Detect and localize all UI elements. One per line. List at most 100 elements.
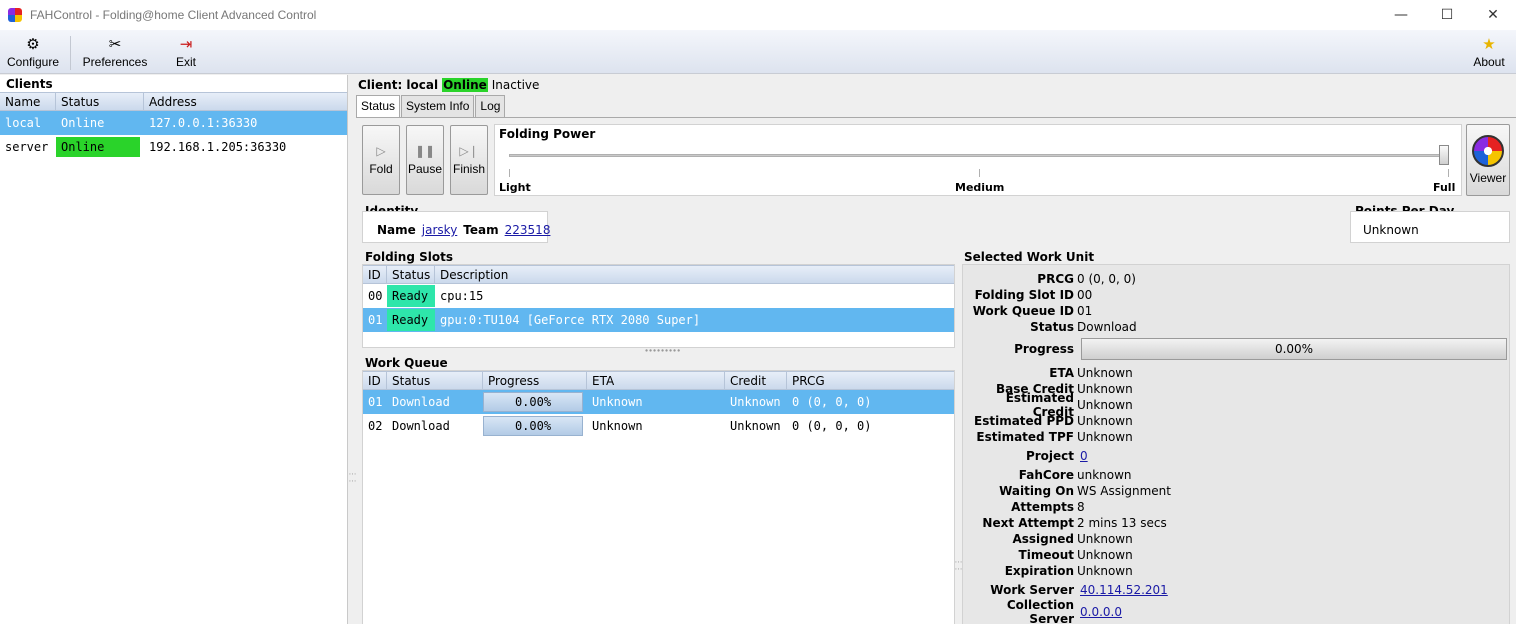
- status-tab-body: ▷ Fold ❚❚ Pause ▷❘ Finish Folding Power …: [356, 117, 1516, 624]
- col-status[interactable]: Status: [387, 266, 435, 283]
- col-status[interactable]: Status: [387, 372, 483, 389]
- col-progress[interactable]: Progress: [483, 372, 587, 389]
- folding-slots-title: Folding Slots: [365, 250, 453, 264]
- col-description[interactable]: Description: [435, 266, 954, 283]
- tab-status[interactable]: Status: [356, 95, 401, 117]
- viewer-logo-icon: [1472, 135, 1504, 167]
- identity-team-label: Team: [463, 223, 499, 237]
- client-name: local: [5, 116, 42, 130]
- viewer-label: Viewer: [1469, 171, 1507, 185]
- swu-collection-server-link[interactable]: 0.0.0.0: [1080, 605, 1122, 619]
- slot-row[interactable]: 01 Ready gpu:0:TU104 [GeForce RTX 2080 S…: [363, 308, 954, 332]
- horizontal-splitter-handle[interactable]: ∙∙∙∙∙∙∙∙∙: [644, 346, 681, 355]
- swu-label: Collection Server: [1006, 598, 1074, 624]
- vertical-splitter-handle-2[interactable]: ⋮⋮: [954, 558, 963, 572]
- folding-at-home-logo-icon: [8, 8, 22, 22]
- swu-expiration-row: Expiration Unknown: [963, 563, 1511, 579]
- swu-attempts-row: Attempts 8: [963, 499, 1511, 515]
- client-row-local[interactable]: local Online 127.0.0.1:36330: [0, 111, 347, 135]
- pause-label: Pause: [407, 162, 443, 176]
- col-credit[interactable]: Credit: [725, 372, 787, 389]
- fold-button[interactable]: ▷ Fold: [362, 125, 400, 195]
- swu-progress-bar: 0.00%: [1081, 338, 1507, 360]
- client-header-state: Inactive: [491, 78, 540, 92]
- swu-work-server-link[interactable]: 40.114.52.201: [1080, 583, 1168, 597]
- col-address[interactable]: Address: [144, 93, 347, 110]
- swu-value: Unknown: [1077, 430, 1133, 444]
- work-queue-row[interactable]: 01 Download 0.00% Unknown Unknown 0 (0, …: [363, 390, 954, 414]
- swu-value: 01: [1077, 304, 1093, 318]
- folding-slots-table: ID Status Description 00 Ready cpu:15 01…: [362, 264, 955, 348]
- slot-id: 01: [368, 313, 383, 327]
- toolbar: ⚙ Configure ✂ Preferences ⇥ Exit ★ About: [0, 30, 1516, 74]
- col-prcg[interactable]: PRCG: [787, 372, 954, 389]
- col-eta[interactable]: ETA: [587, 372, 725, 389]
- identity-name-label: Name: [377, 223, 416, 237]
- swu-value: 00: [1077, 288, 1093, 302]
- identity-team-link[interactable]: 223518: [505, 223, 551, 237]
- client-row-server[interactable]: server Online 192.168.1.205:36330: [0, 135, 347, 159]
- col-status[interactable]: Status: [56, 93, 144, 110]
- col-name[interactable]: Name: [0, 93, 56, 110]
- minimize-button[interactable]: —: [1378, 0, 1424, 30]
- wq-prcg: 0 (0, 0, 0): [792, 419, 872, 433]
- swu-label: Estimated PPD: [974, 414, 1074, 428]
- col-id[interactable]: ID: [363, 372, 387, 389]
- swu-value: unknown: [1077, 468, 1132, 482]
- swu-status-row: Status Download: [963, 319, 1511, 335]
- tab-system-info[interactable]: System Info: [401, 95, 475, 117]
- wq-prcg: 0 (0, 0, 0): [792, 395, 872, 409]
- swu-project-link[interactable]: 0: [1080, 449, 1088, 463]
- swu-work-server-row: Work Server 40.114.52.201: [963, 582, 1511, 598]
- identity-panel: Name jarsky Team 223518: [362, 211, 551, 243]
- exit-label: Exit: [175, 55, 196, 69]
- swu-queue-row: Work Queue ID 01: [963, 303, 1511, 319]
- wq-credit: Unknown: [730, 395, 781, 409]
- configure-button[interactable]: ⚙ Configure: [4, 32, 62, 72]
- client-header-name: Client: local: [358, 78, 439, 92]
- about-button[interactable]: ★ About: [1468, 32, 1510, 72]
- swu-label: Work Queue ID: [972, 304, 1074, 318]
- slot-id: 00: [368, 289, 383, 303]
- swu-label: Status: [1030, 320, 1074, 334]
- ppd-value: Unknown: [1363, 223, 1419, 237]
- swu-label: Timeout: [1018, 548, 1074, 562]
- col-id[interactable]: ID: [363, 266, 387, 283]
- tab-log[interactable]: Log: [475, 95, 506, 117]
- client-detail-area: Client: local Online Inactive Status Sys…: [352, 75, 1516, 624]
- swu-prcg-row: PRCG 0 (0, 0, 0): [963, 271, 1511, 287]
- wq-eta: Unknown: [592, 395, 643, 409]
- swu-eta-row: ETA Unknown: [963, 365, 1511, 381]
- swu-value: Unknown: [1077, 548, 1133, 562]
- swu-label: Next Attempt: [982, 516, 1074, 530]
- work-queue-row[interactable]: 02 Download 0.00% Unknown Unknown 0 (0, …: [363, 414, 954, 438]
- slot-description: cpu:15: [440, 289, 484, 303]
- slot-row[interactable]: 00 Ready cpu:15: [363, 284, 954, 308]
- maximize-button[interactable]: ☐: [1424, 0, 1470, 30]
- folding-power-slider-thumb[interactable]: [1439, 145, 1449, 165]
- wq-eta: Unknown: [592, 419, 643, 433]
- selected-work-unit-title: Selected Work Unit: [964, 250, 1095, 264]
- swu-label: Folding Slot ID: [974, 288, 1074, 302]
- swu-timeout-row: Timeout Unknown: [963, 547, 1511, 563]
- swu-assigned-row: Assigned Unknown: [963, 531, 1511, 547]
- viewer-button[interactable]: Viewer: [1466, 124, 1510, 196]
- identity-name-link[interactable]: jarsky: [422, 223, 458, 237]
- exit-door-icon: ⇥: [179, 36, 193, 53]
- exit-button[interactable]: ⇥ Exit: [170, 32, 202, 72]
- close-button[interactable]: ✕: [1470, 0, 1516, 30]
- folding-power-panel: Folding Power Light Medium Full: [494, 124, 1462, 196]
- client-header: Client: local Online Inactive: [358, 77, 539, 93]
- pause-button[interactable]: ❚❚ Pause: [406, 125, 444, 195]
- folding-power-slider-track[interactable]: [509, 154, 1449, 157]
- finish-button[interactable]: ▷❘ Finish: [450, 125, 488, 195]
- wq-id: 01: [368, 395, 383, 409]
- swu-value: Unknown: [1077, 398, 1133, 412]
- preferences-button[interactable]: ✂ Preferences: [78, 32, 152, 72]
- swu-label: Project: [1025, 449, 1074, 463]
- slot-status-badge: Ready: [387, 309, 435, 331]
- slider-label-full: Full: [1433, 181, 1456, 194]
- folding-power-title: Folding Power: [499, 127, 596, 141]
- slider-tick: [1448, 169, 1449, 177]
- work-queue-table: ID Status Progress ETA Credit PRCG 01 Do…: [362, 370, 955, 624]
